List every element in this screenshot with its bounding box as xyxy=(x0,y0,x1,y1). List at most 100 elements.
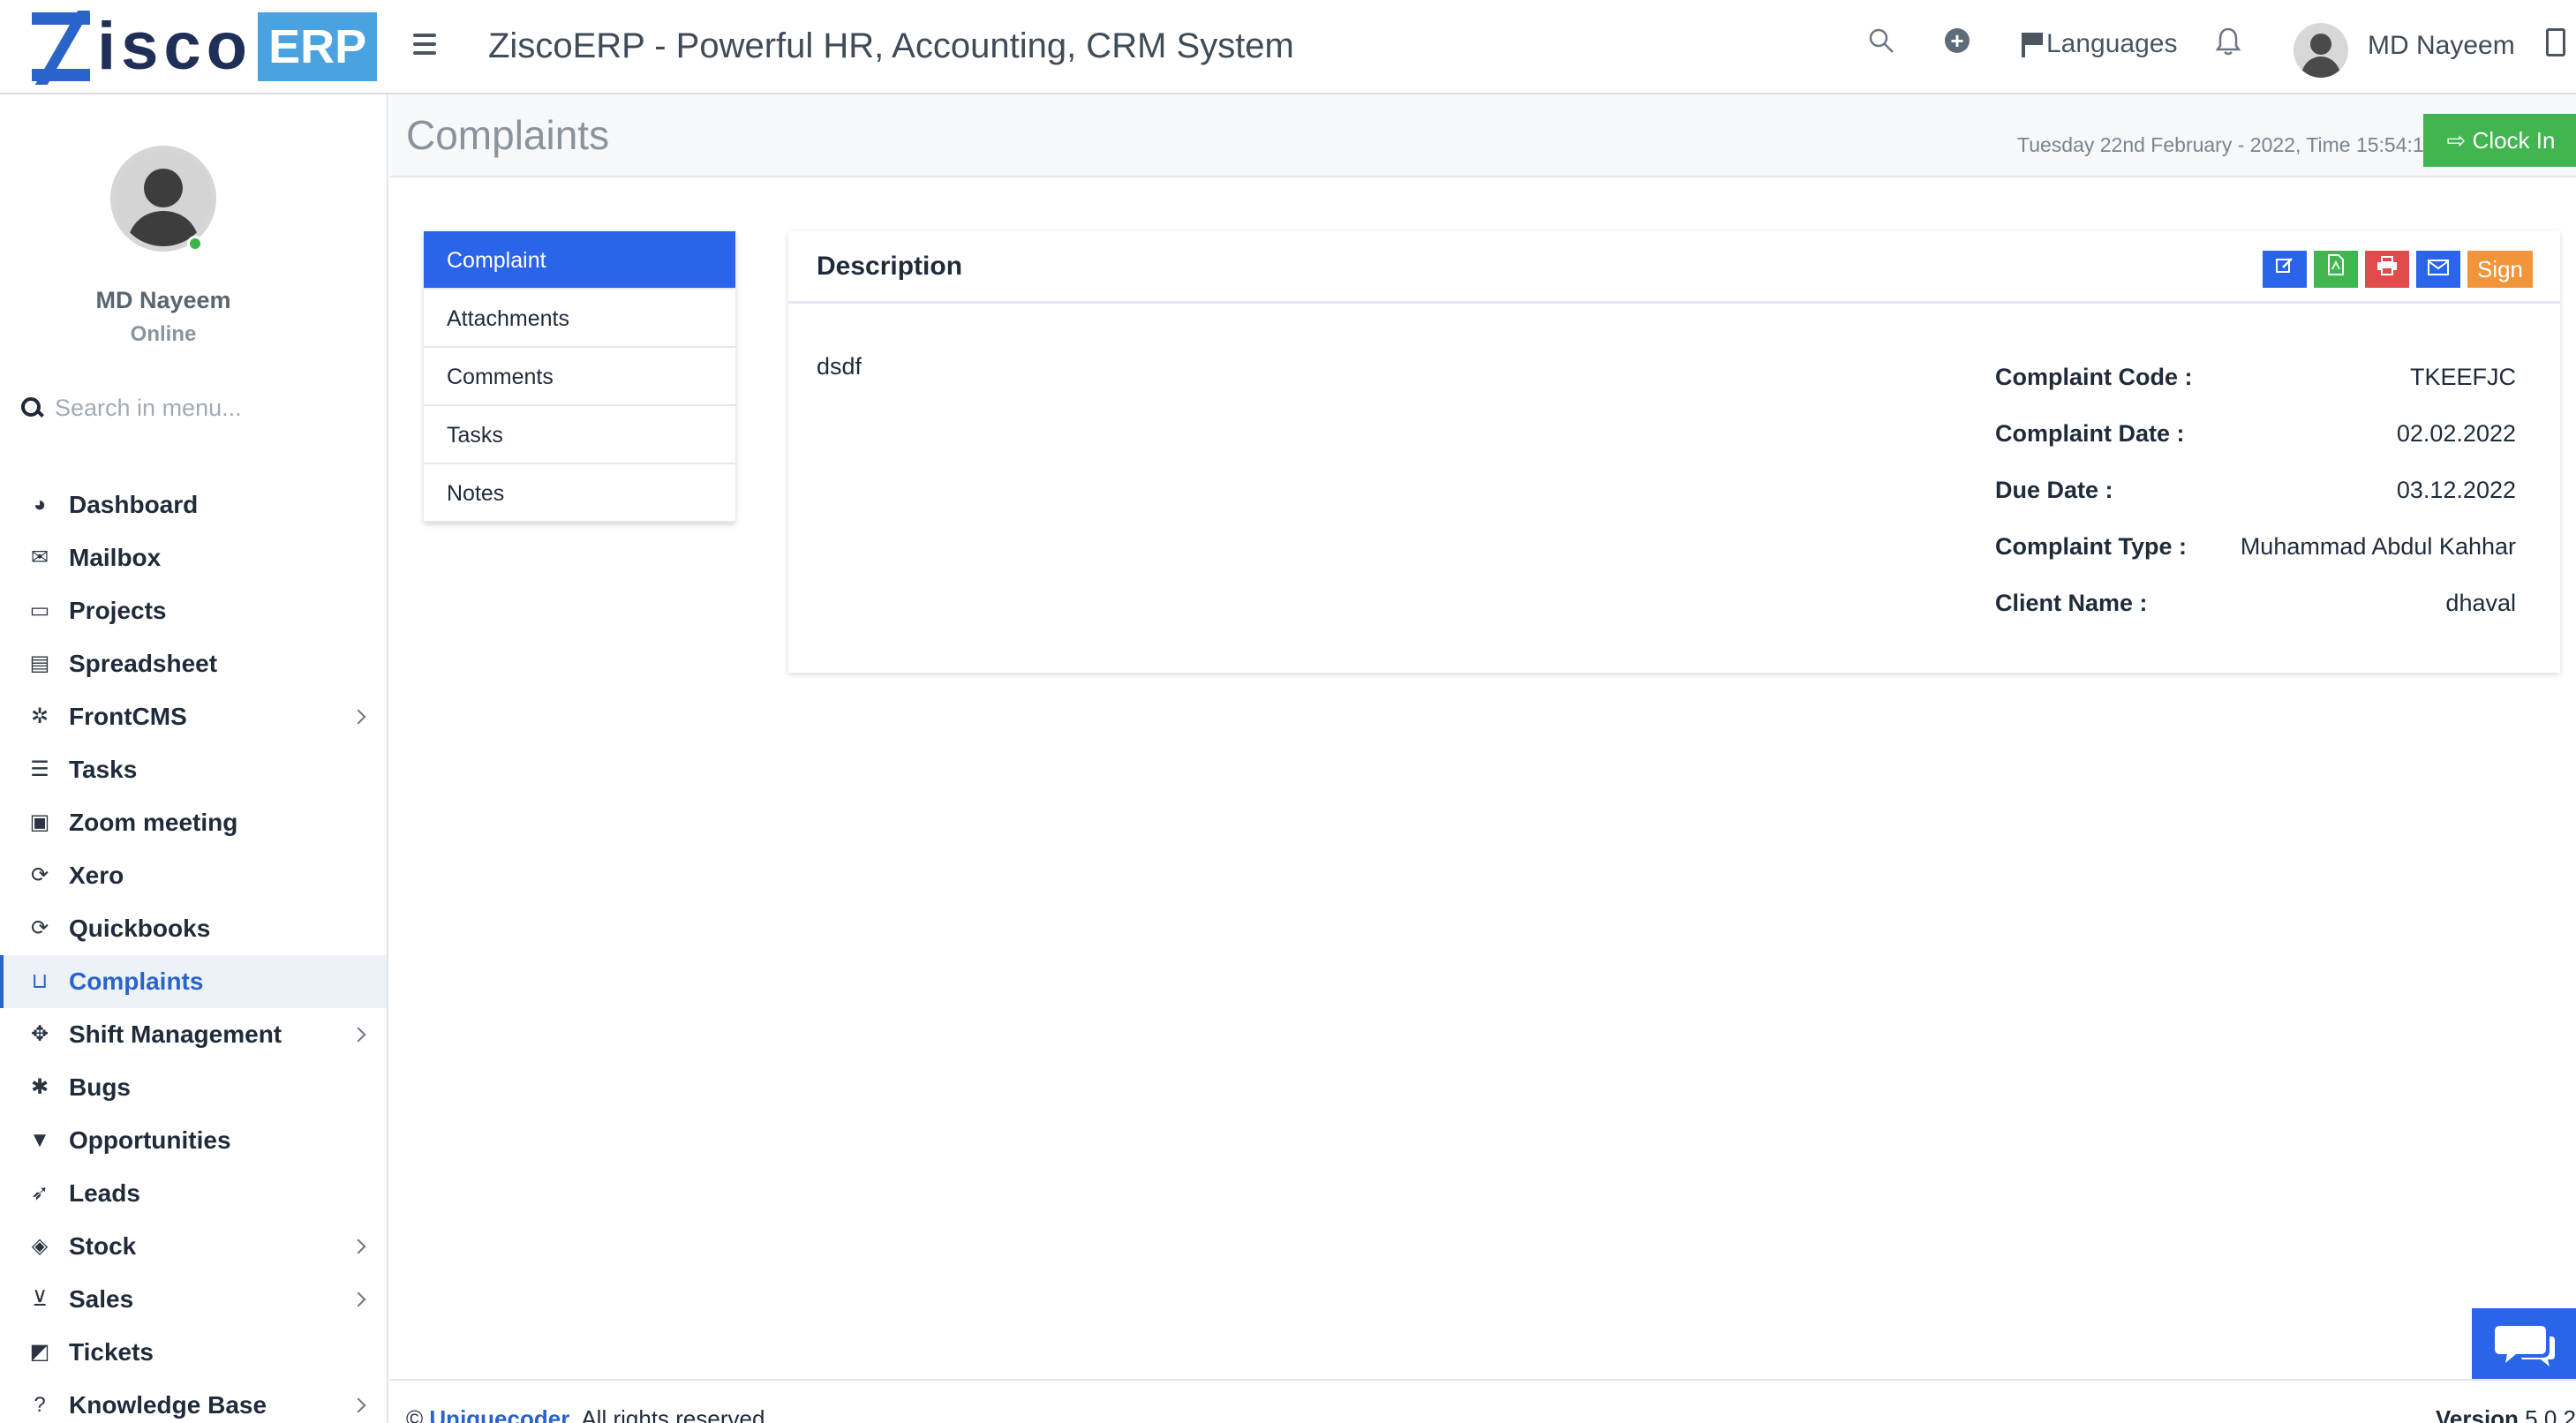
sidebar-item-sales[interactable]: ⊻ Sales xyxy=(0,1273,387,1326)
edit-button[interactable] xyxy=(2263,251,2307,288)
sidebar-item-label: Complaints xyxy=(69,967,204,995)
sidebar-item-tickets[interactable]: ◩ Tickets xyxy=(0,1326,387,1379)
sidebar-avatar xyxy=(110,146,216,252)
detail-row: Complaint Date : 02.02.2022 xyxy=(1995,420,2516,477)
sidebar-item-label: Stock xyxy=(69,1232,137,1260)
languages-label: Languages xyxy=(2046,29,2178,58)
sidebar-item-label: Tickets xyxy=(69,1338,154,1366)
refresh-icon: ⟳ xyxy=(30,916,49,940)
sidebar-item-label: FrontCMS xyxy=(69,703,187,730)
print-button[interactable] xyxy=(2365,251,2409,288)
sidebar-item-zoom-meeting[interactable]: ▣ Zoom meeting xyxy=(0,796,387,849)
envelope-icon xyxy=(2428,260,2449,275)
tab-attachments[interactable]: Attachments xyxy=(424,290,735,348)
footer-copyright: © Uniquecoder. All rights reserved xyxy=(406,1405,765,1423)
top-header: isco ERP ZiscoERP - Powerful HR, Account… xyxy=(0,0,2576,94)
sign-button[interactable]: Sign xyxy=(2467,251,2533,288)
sidebar-item-complaints[interactable]: ⊔ Complaints xyxy=(0,955,387,1008)
app-logo[interactable]: isco ERP xyxy=(32,9,378,85)
sidebar-item-label: Knowledge Base xyxy=(69,1391,267,1419)
page-title: Complaints xyxy=(406,112,610,158)
detail-label: Complaint Type : xyxy=(1995,533,2188,560)
version-label: Version xyxy=(2436,1405,2519,1423)
sidebar-item-opportunities[interactable]: ▼ Opportunities xyxy=(0,1114,387,1167)
copyright-symbol: © xyxy=(406,1405,424,1423)
sidebar-item-label: Shift Management xyxy=(69,1020,282,1048)
detail-row: Due Date : 03.12.2022 xyxy=(1995,477,2516,533)
sign-in-icon: ⇨ xyxy=(2446,127,2473,154)
logo-badge: ERP xyxy=(258,12,378,81)
sidebar-item-xero[interactable]: ⟳ Xero xyxy=(0,849,387,902)
tasks-icon: ☰ xyxy=(30,757,49,781)
sidebar-item-quickbooks[interactable]: ⟳ Quickbooks xyxy=(0,902,387,955)
print-icon xyxy=(2377,256,2397,275)
menu-icon[interactable] xyxy=(413,34,436,55)
cart-icon: ⊻ xyxy=(32,1287,48,1311)
chat-widget-button[interactable] xyxy=(2472,1308,2576,1382)
detail-label: Client Name : xyxy=(1995,590,2148,616)
sidebar-item-label: Sales xyxy=(69,1285,134,1313)
chevron-right-icon xyxy=(350,1291,366,1307)
sidebar-item-bugs[interactable]: ✱ Bugs xyxy=(0,1061,387,1114)
sidebar-item-stock[interactable]: ◈ Stock xyxy=(0,1220,387,1273)
sidebar-item-tasks[interactable]: ☰ Tasks xyxy=(0,743,387,796)
cms-icon: ✲ xyxy=(30,704,49,728)
spreadsheet-icon: ▤ xyxy=(29,651,50,675)
detail-value: dhaval xyxy=(2445,590,2516,616)
header-user-name[interactable]: MD Nayeem xyxy=(2368,28,2515,64)
dashboard-icon: ◕ xyxy=(33,493,47,516)
sidebar-item-mailbox[interactable]: ✉ Mailbox xyxy=(0,531,387,584)
detail-value: TKEEFJC xyxy=(2409,364,2516,390)
ticket-icon: ◩ xyxy=(29,1340,50,1364)
sidebar-item-shift-management[interactable]: ✥ Shift Management xyxy=(0,1008,387,1061)
rights-text: All rights reserved xyxy=(581,1405,765,1423)
detail-row: Complaint Code : TKEEFJC xyxy=(1995,364,2516,420)
envelope-icon: ✉ xyxy=(30,546,49,569)
search-icon xyxy=(21,397,42,418)
flag-icon xyxy=(2022,33,2043,57)
panel-header: Description Sign xyxy=(788,231,2560,304)
clock-in-label: Clock In xyxy=(2472,127,2556,154)
bell-icon[interactable] xyxy=(2215,26,2241,58)
tab-complaint[interactable]: Complaint xyxy=(424,231,735,290)
sidebar-item-label: Projects xyxy=(69,597,167,624)
search-icon[interactable] xyxy=(1868,26,1894,62)
pdf-button[interactable] xyxy=(2314,251,2358,288)
filter-icon: ▼ xyxy=(29,1128,50,1152)
sidebar-item-knowledge-base[interactable]: ? Knowledge Base xyxy=(0,1379,387,1423)
sidebar-item-label: Xero xyxy=(69,862,124,889)
arrows-icon: ✥ xyxy=(30,1022,49,1046)
detail-value: Muhammad Abdul Kahhar xyxy=(2240,533,2516,560)
tab-tasks[interactable]: Tasks xyxy=(424,406,735,464)
sidebar-item-label: Mailbox xyxy=(69,544,162,571)
plus-circle-icon[interactable]: + xyxy=(1945,28,1970,53)
app-title: ZiscoERP - Powerful HR, Accounting, CRM … xyxy=(488,26,1294,65)
sidebar-item-spreadsheet[interactable]: ▤ Spreadsheet xyxy=(0,637,387,690)
page-footer: © Uniquecoder. All rights reserved Versi… xyxy=(390,1379,2576,1423)
sidebar-item-leads[interactable]: ➶ Leads xyxy=(0,1167,387,1220)
tab-notes[interactable]: Notes xyxy=(424,464,735,523)
pdf-icon xyxy=(2328,254,2344,275)
sidebar-item-dashboard[interactable]: ◕ Dashboard xyxy=(0,478,387,531)
sidebar-item-frontcms[interactable]: ✲ FrontCMS xyxy=(0,690,387,743)
panel-title: Description xyxy=(817,252,963,281)
sidebar-user-status: Online xyxy=(130,322,197,346)
company-link[interactable]: Uniquecoder xyxy=(429,1405,569,1423)
chat-icon xyxy=(2495,1326,2555,1367)
complaint-tabs: Complaint Attachments Comments Tasks Not… xyxy=(424,231,735,523)
rocket-icon: ➶ xyxy=(30,1181,49,1205)
detail-label: Complaint Date : xyxy=(1995,420,2185,447)
current-datetime: Tuesday 22nd February - 2022, Time 15:54… xyxy=(2017,133,2436,156)
sidebar-search-input[interactable] xyxy=(55,394,337,422)
clock-in-button[interactable]: ⇨ Clock In xyxy=(2423,114,2576,167)
side-panel-icon[interactable] xyxy=(2546,28,2565,56)
sidebar-search xyxy=(21,386,365,430)
logo-text: isco xyxy=(97,9,253,84)
email-button[interactable] xyxy=(2416,251,2460,288)
detail-value: 02.02.2022 xyxy=(2396,420,2516,447)
sidebar-item-projects[interactable]: ▭ Projects xyxy=(0,584,387,637)
tab-comments[interactable]: Comments xyxy=(424,348,735,406)
user-avatar[interactable] xyxy=(2294,23,2348,78)
languages-menu[interactable]: Languages xyxy=(2022,26,2177,62)
chevron-right-icon xyxy=(350,709,366,725)
